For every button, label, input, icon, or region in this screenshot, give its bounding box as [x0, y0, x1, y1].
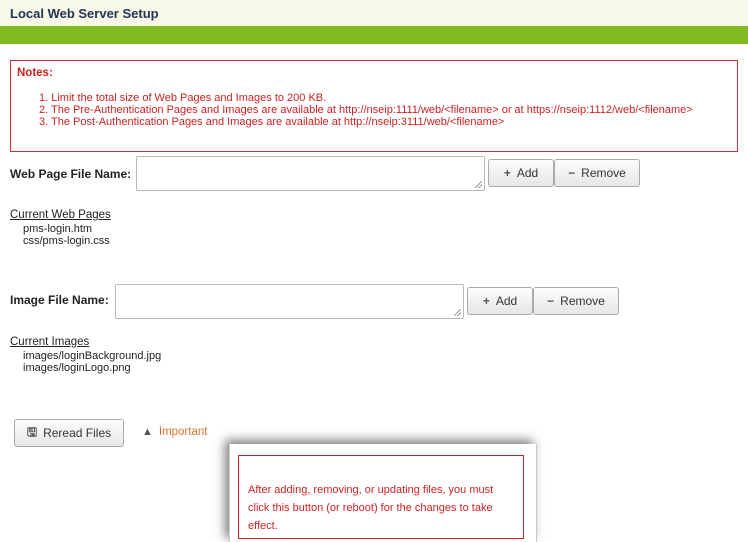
save-icon: 🖫	[26, 424, 38, 439]
reread-files-button[interactable]: 🖫 Reread Files	[14, 419, 124, 447]
remove-web-page-button[interactable]: − Remove	[554, 159, 640, 187]
plus-icon: +	[503, 166, 511, 180]
reread-label: Reread Files	[43, 426, 112, 440]
add-image-button[interactable]: + Add	[467, 287, 533, 315]
add-label: Add	[516, 166, 539, 180]
images-list: images/loginBackground.jpg images/loginL…	[23, 350, 161, 374]
minus-icon: −	[568, 166, 576, 180]
warning-icon: ▲	[142, 426, 153, 438]
add-web-page-button[interactable]: + Add	[488, 159, 554, 187]
important-link[interactable]: ▲ Important	[142, 426, 207, 438]
web-page-file-input[interactable]	[136, 156, 485, 191]
notes-box: Notes: 1. Limit the total size of Web Pa…	[10, 60, 738, 152]
notes-title: Notes:	[17, 67, 53, 79]
current-web-pages-heading: Current Web Pages	[10, 209, 111, 221]
remove-label: Remove	[560, 294, 605, 308]
current-images-heading: Current Images	[10, 336, 90, 348]
list-item: images/loginLogo.png	[23, 362, 131, 374]
minus-icon: −	[547, 294, 555, 308]
add-label: Add	[495, 294, 518, 308]
resize-grip-icon[interactable]	[475, 181, 482, 188]
note-item: 3. The Post-Authentication Pages and Ima…	[39, 116, 505, 128]
remove-image-button[interactable]: − Remove	[533, 287, 619, 315]
list-item: css/pms-login.css	[23, 235, 110, 247]
notes-list: 1. Limit the total size of Web Pages and…	[39, 92, 693, 128]
image-file-input[interactable]	[115, 284, 464, 319]
tooltip-message: After adding, removing, or updating file…	[238, 455, 524, 539]
resize-grip-icon[interactable]	[454, 309, 461, 316]
list-item: images/loginBackground.jpg	[23, 350, 162, 362]
web-page-file-label: Web Page File Name:	[10, 167, 132, 181]
note-item: 1. Limit the total size of Web Pages and…	[39, 92, 327, 104]
list-item: pms-login.htm	[23, 223, 93, 235]
web-pages-list: pms-login.htm css/pms-login.css	[23, 223, 110, 247]
remove-label: Remove	[581, 166, 626, 180]
important-label: Important	[158, 426, 208, 438]
plus-icon: +	[482, 294, 490, 308]
page-title: Local Web Server Setup	[10, 6, 159, 21]
note-item: 2. The Pre-Authentication Pages and Imag…	[39, 104, 693, 116]
important-tooltip: After adding, removing, or updating file…	[229, 444, 537, 542]
accent-bar	[0, 26, 748, 44]
title-bar: Local Web Server Setup	[0, 0, 748, 26]
image-file-label: Image File Name:	[10, 293, 109, 307]
